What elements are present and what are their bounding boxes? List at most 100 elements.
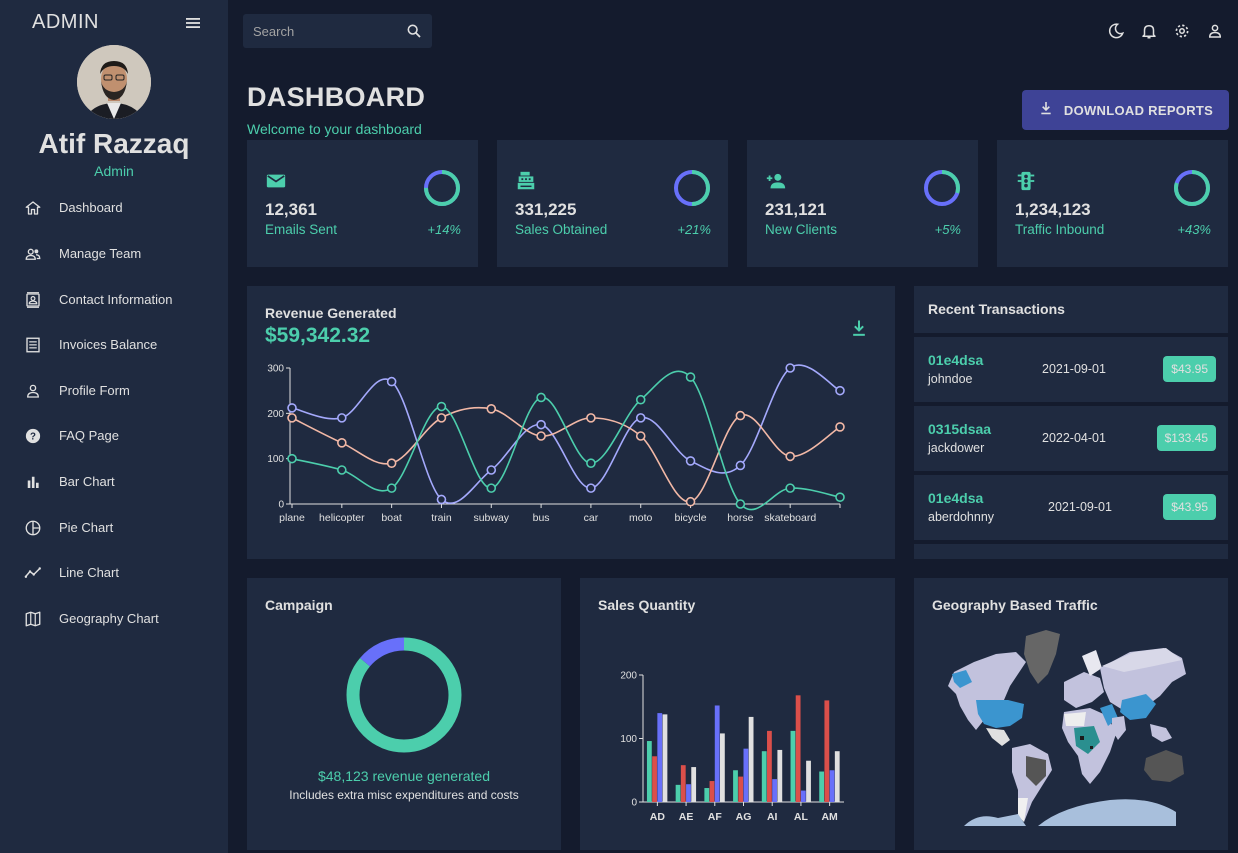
transaction-cost-badge: $133.45 [1156, 425, 1216, 451]
brand-title: ADMIN [32, 11, 99, 33]
sidebar-item-bar-chart[interactable]: Bar Chart [0, 464, 228, 500]
sidebar-item-invoices-balance[interactable]: Invoices Balance [0, 327, 228, 363]
bar [748, 716, 754, 802]
bar [686, 784, 691, 802]
search-icon[interactable] [406, 23, 422, 39]
sidebar-item-faq-page[interactable]: ? FAQ Page [0, 418, 228, 454]
sidebar-item-geography-chart[interactable]: Geography Chart [0, 601, 228, 637]
transaction-row: 01e4dsa aberdohnny 2021-09-01 $43.95 [914, 475, 1228, 540]
bar [795, 695, 801, 802]
stat-value: 12,361 [265, 200, 317, 219]
y-tick-label: 100 [620, 734, 637, 745]
series-line [291, 364, 841, 504]
map-region-australia [1144, 750, 1184, 782]
search-input[interactable] [253, 22, 393, 40]
x-tick-label: AL [794, 811, 809, 823]
settings-icon[interactable] [1173, 22, 1191, 40]
campaign-revenue-text: $48,123 revenue generated [317, 768, 491, 784]
bar [761, 751, 767, 802]
sidebar-item-contact-information[interactable]: Contact Information [0, 282, 228, 318]
notifications-icon[interactable] [1140, 22, 1158, 40]
map-region-antarctica [964, 799, 1176, 826]
menu-icon[interactable] [182, 12, 204, 34]
data-point [486, 465, 497, 475]
x-tick-label: horse [727, 512, 753, 524]
x-tick-label: AE [679, 811, 694, 823]
stat-value: 1,234,123 [1015, 200, 1091, 219]
data-point [536, 419, 546, 430]
sidebar-item-pie-chart[interactable]: Pie Chart [0, 510, 228, 546]
x-tick-label: helicopter [319, 512, 365, 524]
sidebar-item-manage-team[interactable]: Manage Team [0, 236, 228, 272]
y-tick-label: 100 [267, 454, 284, 465]
data-point [835, 492, 845, 502]
sidebar-item-label: Dashboard [59, 200, 123, 215]
sidebar-item-label: Profile Form [59, 383, 130, 398]
data-point [635, 413, 646, 423]
sidebar-item-label: Pie Chart [59, 520, 114, 535]
data-point [436, 494, 447, 505]
progress-ring [924, 170, 960, 206]
bar [714, 705, 720, 802]
campaign-title: Campaign [265, 597, 333, 613]
transaction-id: 0315dsaa [928, 421, 992, 437]
x-tick-label: car [584, 512, 599, 524]
bar-chart-icon [24, 473, 42, 491]
bar [834, 751, 840, 802]
progress-ring [424, 170, 460, 206]
x-tick-label: AF [708, 811, 723, 823]
sidebar-item-dashboard[interactable]: Dashboard [0, 190, 228, 226]
data-point [735, 499, 746, 509]
x-tick-label: skateboard [764, 512, 816, 524]
data-point [486, 483, 497, 493]
timeline-icon [24, 564, 42, 582]
transactions-title: Recent Transactions [928, 301, 1065, 317]
data-point [386, 483, 397, 493]
bar [646, 741, 652, 802]
bar [777, 749, 783, 802]
user-icon[interactable] [1206, 22, 1224, 40]
page-subtitle: Welcome to your dashboard [247, 121, 422, 137]
bar [743, 748, 749, 802]
transaction-row: 01e4dsa johndoe 2021-09-01 $43.95 [914, 337, 1228, 402]
sidebar-item-profile-form[interactable]: Profile Form [0, 373, 228, 409]
bar [800, 790, 806, 802]
data-point [635, 394, 646, 405]
bar [829, 770, 835, 802]
x-tick-label: bus [533, 512, 550, 524]
bar [709, 781, 715, 802]
data-point [436, 401, 447, 412]
dark-mode-icon[interactable] [1107, 22, 1125, 40]
data-point [486, 404, 497, 414]
search-bar [243, 14, 432, 48]
world-map [948, 630, 1186, 826]
download-reports-button[interactable]: DOWNLOAD REPORTS [1022, 90, 1229, 130]
svg-text:?: ? [30, 431, 36, 442]
map-icon [24, 610, 42, 628]
map-region-europe [1064, 672, 1104, 708]
x-tick-label: boat [381, 512, 402, 524]
bar [662, 714, 668, 802]
y-tick-label: 300 [267, 364, 284, 375]
transactions-header: Recent Transactions [914, 286, 1228, 333]
stat-card-emails: 12,361 Emails Sent +14% [247, 140, 478, 267]
data-point [635, 431, 646, 441]
stat-card-sales: 331,225 Sales Obtained +21% [497, 140, 728, 267]
data-point [785, 483, 795, 493]
home-icon [24, 199, 42, 217]
progress-ring [1174, 170, 1210, 206]
series-line [291, 406, 841, 503]
campaign-panel: Campaign $48,123 revenue generated Inclu… [247, 578, 561, 850]
map-region-scandinavia [1082, 650, 1102, 676]
download-icon [1038, 100, 1054, 121]
sales-quantity-panel: Sales Quantity 0 100 200 AD AE AF AG AI AL AM [580, 578, 895, 850]
bar [680, 765, 686, 802]
data-point [287, 453, 297, 464]
sidebar-item-label: Geography Chart [59, 611, 159, 626]
sidebar: ADMIN Atif Razzaq Admin Dashboard Manage… [0, 0, 228, 853]
transaction-row [914, 544, 1228, 559]
sidebar-item-line-chart[interactable]: Line Chart [0, 555, 228, 591]
transaction-user: johndoe [928, 372, 973, 386]
x-tick-label: subway [473, 512, 509, 524]
data-point [785, 363, 795, 373]
